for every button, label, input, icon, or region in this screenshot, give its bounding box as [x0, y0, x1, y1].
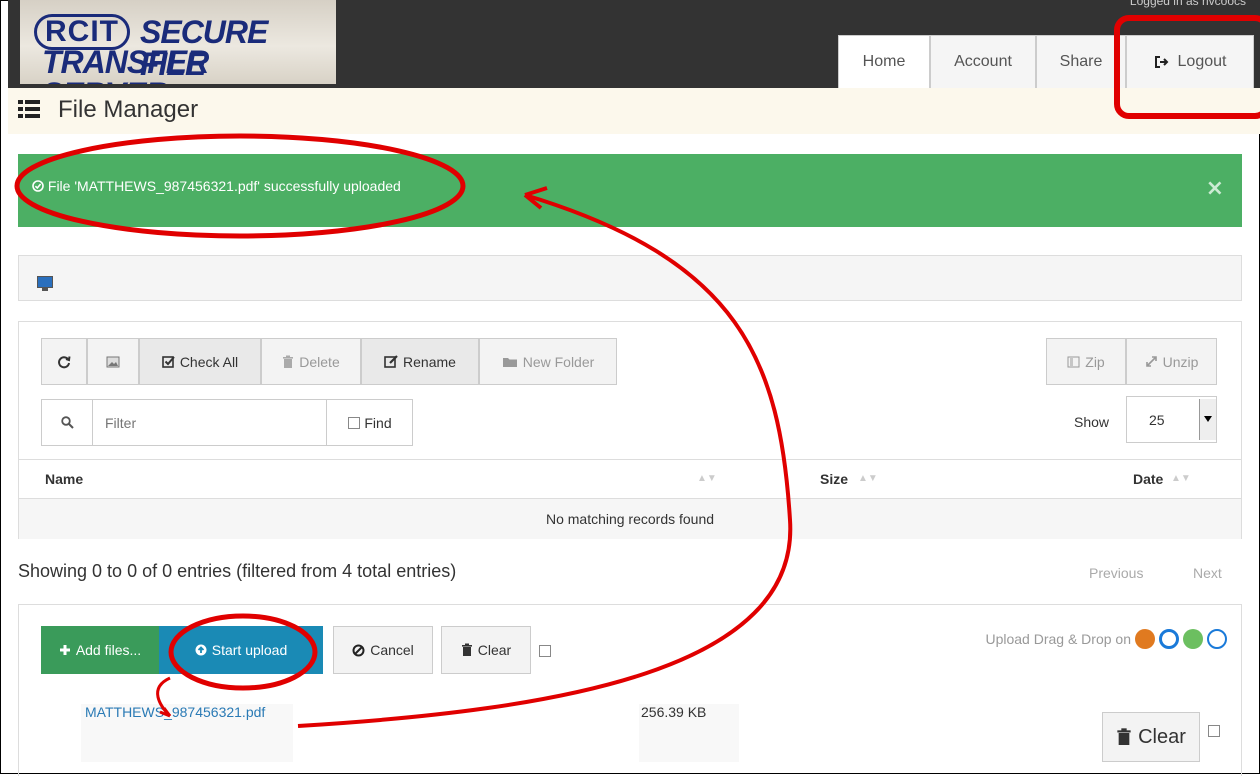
filter-input[interactable]	[93, 400, 327, 445]
alert-close-button[interactable]: ×	[1206, 176, 1224, 201]
logout-icon	[1154, 56, 1168, 68]
chevron-down-icon[interactable]	[1199, 399, 1216, 440]
check-all-label: Check All	[179, 353, 239, 370]
row-select-checkbox[interactable]	[1208, 725, 1220, 737]
nav-logout-label: Logout	[1177, 53, 1227, 70]
search-icon	[60, 416, 74, 429]
logged-in-text: Logged in as rivcoocs	[1129, 0, 1246, 8]
zip-icon	[1067, 356, 1080, 367]
nav-account-tab[interactable]: Account	[930, 35, 1036, 88]
sort-icon[interactable]: ▲▼	[697, 473, 717, 484]
cancel-upload-button[interactable]: Cancel	[333, 626, 433, 674]
refresh-button[interactable]	[41, 338, 87, 385]
plus-icon	[59, 645, 70, 655]
zip-label: Zip	[1085, 353, 1105, 370]
folder-icon	[502, 357, 517, 367]
top-header: RCIT SECURE FILE TRANSFER SERVER Logged …	[8, 0, 1260, 88]
column-date[interactable]: Date	[1133, 471, 1163, 487]
nav-logout-tab[interactable]: Logout	[1126, 35, 1254, 88]
add-files-button[interactable]: Add files...	[41, 626, 159, 674]
ie-icon	[1159, 629, 1179, 649]
chrome-icon	[1183, 629, 1203, 649]
file-manager-panel: Check All Delete Rename New Folder Zip U…	[18, 321, 1242, 539]
column-name[interactable]: Name	[45, 471, 83, 487]
computer-icon[interactable]	[37, 276, 53, 291]
check-all-button[interactable]: Check All	[139, 338, 261, 385]
select-all-uploads-checkbox[interactable]	[539, 645, 551, 657]
thumbnail-view-button[interactable]	[87, 338, 139, 385]
alert-message-row: File 'MATTHEWS_987456321.pdf' successful…	[32, 178, 401, 194]
delete-button[interactable]: Delete	[261, 338, 361, 385]
list-icon	[18, 100, 40, 118]
firefox-icon	[1135, 629, 1155, 649]
path-breadcrumb	[18, 255, 1242, 301]
find-checkbox[interactable]	[348, 416, 361, 429]
uploaded-file-size: 256.39 KB	[641, 704, 707, 720]
image-icon	[106, 356, 120, 367]
clear-upload-label: Clear	[477, 642, 512, 658]
uploaded-file-row: MATTHEWS_987456321.pdf	[81, 704, 293, 762]
trash-icon	[461, 643, 472, 656]
alert-message: File 'MATTHEWS_987456321.pdf' successful…	[47, 178, 401, 194]
previous-page-link[interactable]: Previous	[1089, 565, 1143, 581]
check-square-icon	[162, 356, 175, 368]
logo-line2: TRANSFER SERVER	[42, 44, 209, 84]
upload-circle-icon	[195, 644, 207, 656]
uploaded-file-link[interactable]: MATTHEWS_987456321.pdf	[85, 704, 265, 720]
upload-panel: Add files... Start upload Cancel Clear U…	[18, 604, 1242, 776]
trash-icon	[283, 355, 294, 368]
entries-summary: Showing 0 to 0 of 0 entries (filtered fr…	[18, 561, 457, 581]
sort-icon[interactable]: ▲▼	[858, 473, 878, 484]
delete-label: Delete	[299, 353, 340, 370]
sort-icon[interactable]: ▲▼	[1171, 473, 1191, 484]
add-files-label: Add files...	[75, 642, 142, 658]
refresh-icon	[58, 355, 71, 368]
unzip-label: Unzip	[1162, 353, 1199, 370]
row-clear-button[interactable]: Clear	[1102, 712, 1200, 762]
nav-share-label: Share	[1059, 53, 1103, 70]
drag-drop-label: Upload Drag & Drop on	[985, 631, 1131, 647]
safari-icon	[1207, 629, 1227, 649]
drag-drop-support: Upload Drag & Drop on	[985, 629, 1227, 649]
rcit-logo: RCIT SECURE FILE TRANSFER SERVER	[20, 0, 336, 84]
page-size-select[interactable]: 25	[1126, 396, 1217, 443]
edit-square-icon	[384, 355, 398, 368]
expand-icon	[1145, 356, 1157, 367]
uploaded-file-size-cell: 256.39 KB	[639, 704, 739, 762]
find-checkbox-label[interactable]: Find	[328, 400, 412, 445]
show-label: Show	[1074, 414, 1110, 430]
clear-upload-button[interactable]: Clear	[441, 626, 531, 674]
title-bar: File Manager	[8, 88, 1260, 134]
search-icon-box	[42, 400, 93, 445]
table-header: Name ▲▼ Size ▲▼ Date ▲▼	[19, 459, 1241, 499]
nav-account-label: Account	[954, 53, 1012, 70]
page-title: File Manager	[58, 96, 199, 123]
start-upload-label: Start upload	[211, 642, 288, 658]
success-alert: File 'MATTHEWS_987456321.pdf' successful…	[18, 154, 1242, 227]
check-circle-icon	[32, 180, 44, 192]
start-upload-button[interactable]: Start upload	[159, 626, 323, 674]
column-size[interactable]: Size	[820, 471, 848, 487]
row-clear-label: Clear	[1138, 725, 1186, 748]
page-size-value: 25	[1149, 412, 1165, 428]
new-folder-button[interactable]: New Folder	[479, 338, 617, 385]
unzip-button[interactable]: Unzip	[1126, 338, 1217, 385]
zip-button[interactable]: Zip	[1046, 338, 1126, 385]
ban-icon	[352, 644, 365, 656]
rename-button[interactable]: Rename	[361, 338, 479, 385]
new-folder-label: New Folder	[522, 353, 595, 370]
find-label: Find	[364, 414, 392, 431]
empty-table-message: No matching records found	[19, 499, 1241, 539]
trash-icon	[1117, 728, 1131, 745]
nav-home-tab[interactable]: Home	[838, 35, 930, 88]
nav-share-tab[interactable]: Share	[1036, 35, 1126, 88]
filter-group: Find	[41, 399, 413, 446]
next-page-link[interactable]: Next	[1193, 565, 1222, 581]
rename-label: Rename	[403, 353, 456, 370]
cancel-upload-label: Cancel	[370, 642, 414, 658]
nav-home-label: Home	[862, 53, 906, 70]
